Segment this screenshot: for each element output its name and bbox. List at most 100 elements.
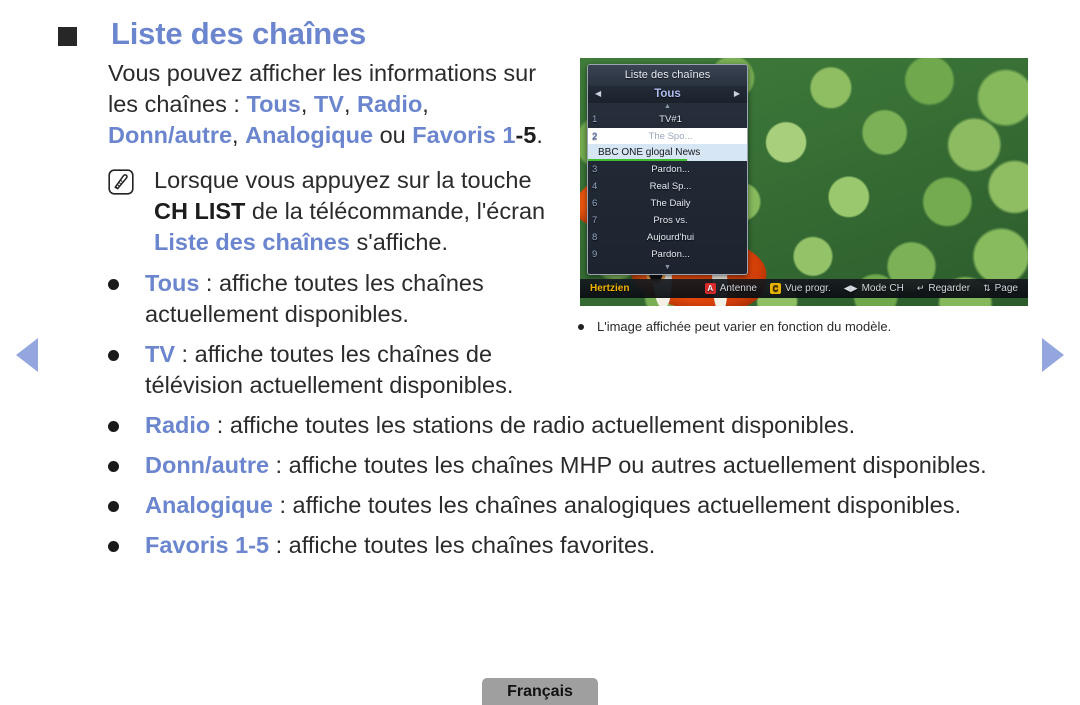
bullet-body: Donn/autre : affiche toutes les chaînes … [145, 450, 987, 481]
osd-action-label: Antenne [719, 283, 757, 294]
option-bullet-list: Tous : affiche toutes les chaînes actuel… [108, 268, 1033, 570]
table-row[interactable]: 3 Pardon... [588, 161, 747, 178]
note-pencil-icon [108, 169, 134, 195]
bullet-dot-icon [108, 501, 119, 512]
channel-number: 4 [592, 181, 598, 192]
screenshot-caption: L'image affichée peut varier en fonction… [578, 318, 1028, 335]
next-page-arrow[interactable] [1042, 338, 1064, 372]
channel-number: 8 [592, 232, 598, 243]
bullet-dot-icon [108, 279, 119, 290]
prev-page-arrow[interactable] [16, 338, 38, 372]
intro-line-2-prefix: les chaînes : [108, 91, 247, 117]
bullet-body: Favoris 1-5 : affiche toutes les chaînes… [145, 530, 655, 561]
caret-up-icon[interactable]: ▲ [588, 103, 747, 111]
caret-down-icon[interactable]: ▼ [588, 264, 747, 274]
channel-name: Real Sp... [649, 181, 692, 192]
table-row[interactable]: 6 The Daily [588, 195, 747, 212]
channel-number: 7 [592, 215, 598, 226]
chevron-right-icon[interactable]: ▶ [734, 90, 740, 98]
note-key-chlist: CH LIST [154, 198, 246, 224]
table-row[interactable]: 8 Aujourd'hui [588, 229, 747, 246]
channel-list-title: Liste des chaînes [588, 65, 747, 85]
list-item: Donn/autre : affiche toutes les chaînes … [108, 450, 1033, 481]
comma-1: , [300, 91, 314, 117]
page-title: Liste des chaînes [111, 16, 367, 51]
tv-screenshot: Liste des chaînes ◀ Tous ▶ ▲ 1 TV#1 2 Th… [580, 58, 1028, 306]
channel-name: The Daily [650, 198, 691, 209]
option-tv: TV [313, 91, 344, 117]
note-block: Lorsque vous appuyez sur la touche CH LI… [108, 165, 568, 258]
osd-action-vue-progr[interactable]: C Vue progr. [769, 283, 831, 294]
caption-bullet-icon [578, 324, 584, 330]
channel-info-text: BBC ONE glogal News [598, 147, 701, 158]
intro-period: . [536, 122, 543, 148]
intro-line-1: Vous pouvez afficher les informations su… [108, 60, 537, 86]
list-item: Favoris 1-5 : affiche toutes les chaînes… [108, 530, 1033, 561]
option-analogique: Analogique [245, 122, 374, 148]
left-right-arrows-icon: ◀▶ [843, 283, 858, 293]
channel-category-selector[interactable]: ◀ Tous ▶ [588, 85, 747, 103]
bullet-dot-icon [108, 421, 119, 432]
source-label: Hertzien [590, 283, 630, 294]
option-favoris-range: -5 [515, 122, 537, 148]
bullet-term: TV [145, 341, 176, 367]
osd-action-antenne[interactable]: A Antenne [704, 283, 757, 294]
bullet-body: Radio : affiche toutes les stations de r… [145, 410, 855, 441]
comma-2: , [343, 91, 358, 117]
intro-paragraph: Vous pouvez afficher les informations su… [108, 58, 558, 151]
note-text-part2: de la télécommande, l'écran [245, 198, 546, 224]
bullet-rest: : affiche toutes les chaînes MHP ou autr… [269, 452, 987, 478]
bullet-dot-icon [108, 350, 119, 361]
comma-4: , [232, 122, 246, 148]
key-a-icon: A [704, 283, 716, 294]
bullet-term: Tous [145, 270, 200, 296]
table-row[interactable]: 7 Pros vs. [588, 212, 747, 229]
conjunction-ou: ou [373, 122, 413, 148]
option-donn: Donn/ [108, 122, 175, 148]
note-text-part3: s'affiche. [349, 229, 449, 255]
table-row[interactable]: 1 TV#1 [588, 111, 747, 128]
channel-number: 1 [592, 114, 598, 125]
up-down-arrows-icon: ⇅ [983, 283, 991, 293]
table-row[interactable]: 4 Real Sp... [588, 178, 747, 195]
osd-action-label: Regarder [928, 283, 971, 294]
channel-number: 6 [592, 198, 598, 209]
list-item: TV : affiche toutes les chaînes de télév… [108, 339, 1033, 401]
channel-info-row: BBC ONE glogal News [588, 144, 747, 161]
list-item: Analogique : affiche toutes les chaînes … [108, 490, 1033, 521]
comma-3: , [422, 91, 429, 117]
table-row[interactable]: 9 Pardon... [588, 246, 747, 263]
osd-action-mode-ch[interactable]: ◀▶ Mode CH [844, 283, 904, 294]
bullet-term: Radio [145, 412, 211, 438]
heading-square-bullet-icon [58, 27, 77, 46]
channel-name: Pros vs. [653, 215, 688, 226]
option-tous: Tous [246, 91, 301, 117]
osd-action-page[interactable]: ⇅ Page [983, 283, 1018, 294]
chevron-left-icon[interactable]: ◀ [595, 90, 601, 98]
channel-name: TV#1 [659, 114, 682, 125]
bullet-dot-icon [108, 461, 119, 472]
channel-name: Aujourd'hui [646, 232, 695, 243]
option-radio: Radio [357, 91, 423, 117]
channel-rows: 1 TV#1 2 The Spo... BBC ONE glogal News … [588, 111, 747, 264]
bullet-rest: : affiche toutes les chaînes favorites. [269, 532, 656, 558]
bullet-rest: : affiche toutes les chaînes analogiques… [272, 492, 961, 518]
osd-action-label: Mode CH [861, 283, 904, 294]
footer-language-badge: Français [482, 678, 598, 705]
channel-number: 3 [592, 164, 598, 175]
osd-actions: A Antenne C Vue progr. ◀▶ Mode CH ↵ Rega… [704, 283, 1018, 294]
table-row-selected[interactable]: 2 The Spo... [588, 128, 747, 144]
bullet-dot-icon [108, 541, 119, 552]
caption-text: L'image affichée peut varier en fonction… [597, 319, 892, 334]
bullet-body: Tous : affiche toutes les chaînes actuel… [145, 268, 575, 330]
osd-help-bar: Hertzien A Antenne C Vue progr. ◀▶ Mode … [580, 279, 1028, 298]
note-screen-name: Liste des chaînes [154, 229, 350, 255]
channel-name: Pardon... [651, 164, 690, 175]
channel-list-panel: Liste des chaînes ◀ Tous ▶ ▲ 1 TV#1 2 Th… [587, 64, 748, 275]
bullet-rest: : affiche toutes les chaînes de télévisi… [145, 341, 514, 398]
bullet-body: Analogique : affiche toutes les chaînes … [145, 490, 961, 521]
bullet-body: TV : affiche toutes les chaînes de télév… [145, 339, 575, 401]
list-item: Radio : affiche toutes les stations de r… [108, 410, 1033, 441]
osd-action-regarder[interactable]: ↵ Regarder [917, 283, 970, 294]
option-favoris: Favoris 1 [412, 122, 516, 148]
